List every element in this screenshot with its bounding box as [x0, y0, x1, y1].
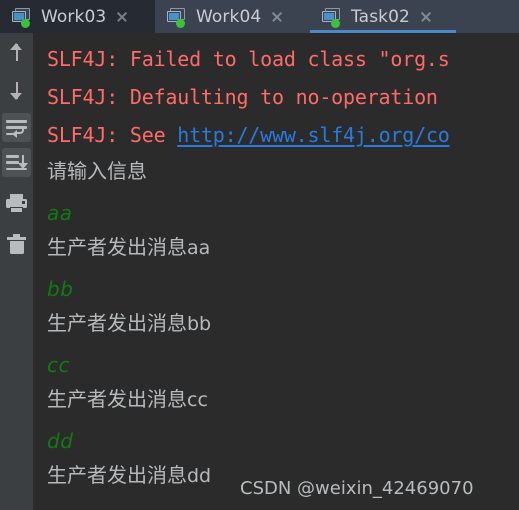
soft-wrap-icon[interactable]	[2, 113, 31, 142]
console-line-output: 生产者发出消息aa	[47, 237, 210, 258]
trash-icon[interactable]	[2, 229, 31, 258]
tab-bar: Work03 Work04 Task02	[0, 0, 519, 33]
console-line-input: bb	[47, 277, 74, 301]
tab-label: Work03	[41, 6, 107, 27]
close-icon[interactable]	[419, 10, 433, 24]
console-toolbar	[0, 33, 33, 510]
output-latin: cc	[187, 389, 208, 411]
watermark: CSDN @weixin_42469070	[240, 478, 474, 499]
output-text: 生产者发出消息	[47, 387, 187, 411]
console-line-output: 生产者发出消息dd	[47, 465, 211, 486]
slf4j-link[interactable]: http://www.slf4j.org/co	[177, 123, 450, 147]
tab-task02[interactable]: Task02	[310, 0, 456, 33]
tab-label: Work04	[196, 6, 262, 27]
output-text: 生产者发出消息	[47, 311, 187, 335]
tab-label: Task02	[351, 6, 410, 27]
console-line-prefix: SLF4J: See	[47, 123, 178, 147]
console-output[interactable]: SLF4J: Failed to load class "org.s SLF4J…	[33, 33, 519, 510]
console-line-error: SLF4J: Defaulting to no-operation	[47, 85, 438, 109]
console-line-error: SLF4J: Failed to load class "org.s	[47, 47, 450, 71]
console-line-output: 请输入信息	[47, 159, 147, 183]
tab-work03[interactable]: Work03	[0, 0, 155, 33]
run-console-window: Work03 Work04 Task02 SLF4J: Failed to lo…	[0, 0, 519, 510]
console-line-output: 生产者发出消息bb	[47, 313, 211, 334]
console-line-error-link: SLF4J: See http://www.slf4j.org/co	[47, 125, 450, 145]
console-line-input: cc	[47, 353, 70, 377]
close-icon[interactable]	[115, 10, 129, 24]
console-line-output: 生产者发出消息cc	[47, 389, 208, 410]
output-text: 生产者发出消息	[47, 235, 187, 259]
run-config-icon	[322, 7, 342, 28]
output-latin: bb	[187, 313, 212, 335]
output-latin: dd	[187, 465, 212, 487]
console-line-input: aa	[47, 201, 73, 225]
run-config-icon	[12, 7, 32, 28]
run-config-icon	[167, 7, 187, 28]
output-text: 生产者发出消息	[47, 463, 187, 487]
print-icon[interactable]	[2, 188, 31, 217]
tab-work04[interactable]: Work04	[155, 0, 310, 33]
close-icon[interactable]	[270, 10, 284, 24]
scroll-to-end-icon[interactable]	[2, 148, 31, 177]
up-arrow-icon[interactable]	[2, 38, 31, 67]
console-line-input: dd	[47, 429, 74, 453]
output-latin: aa	[187, 237, 211, 259]
down-arrow-icon[interactable]	[2, 76, 31, 105]
